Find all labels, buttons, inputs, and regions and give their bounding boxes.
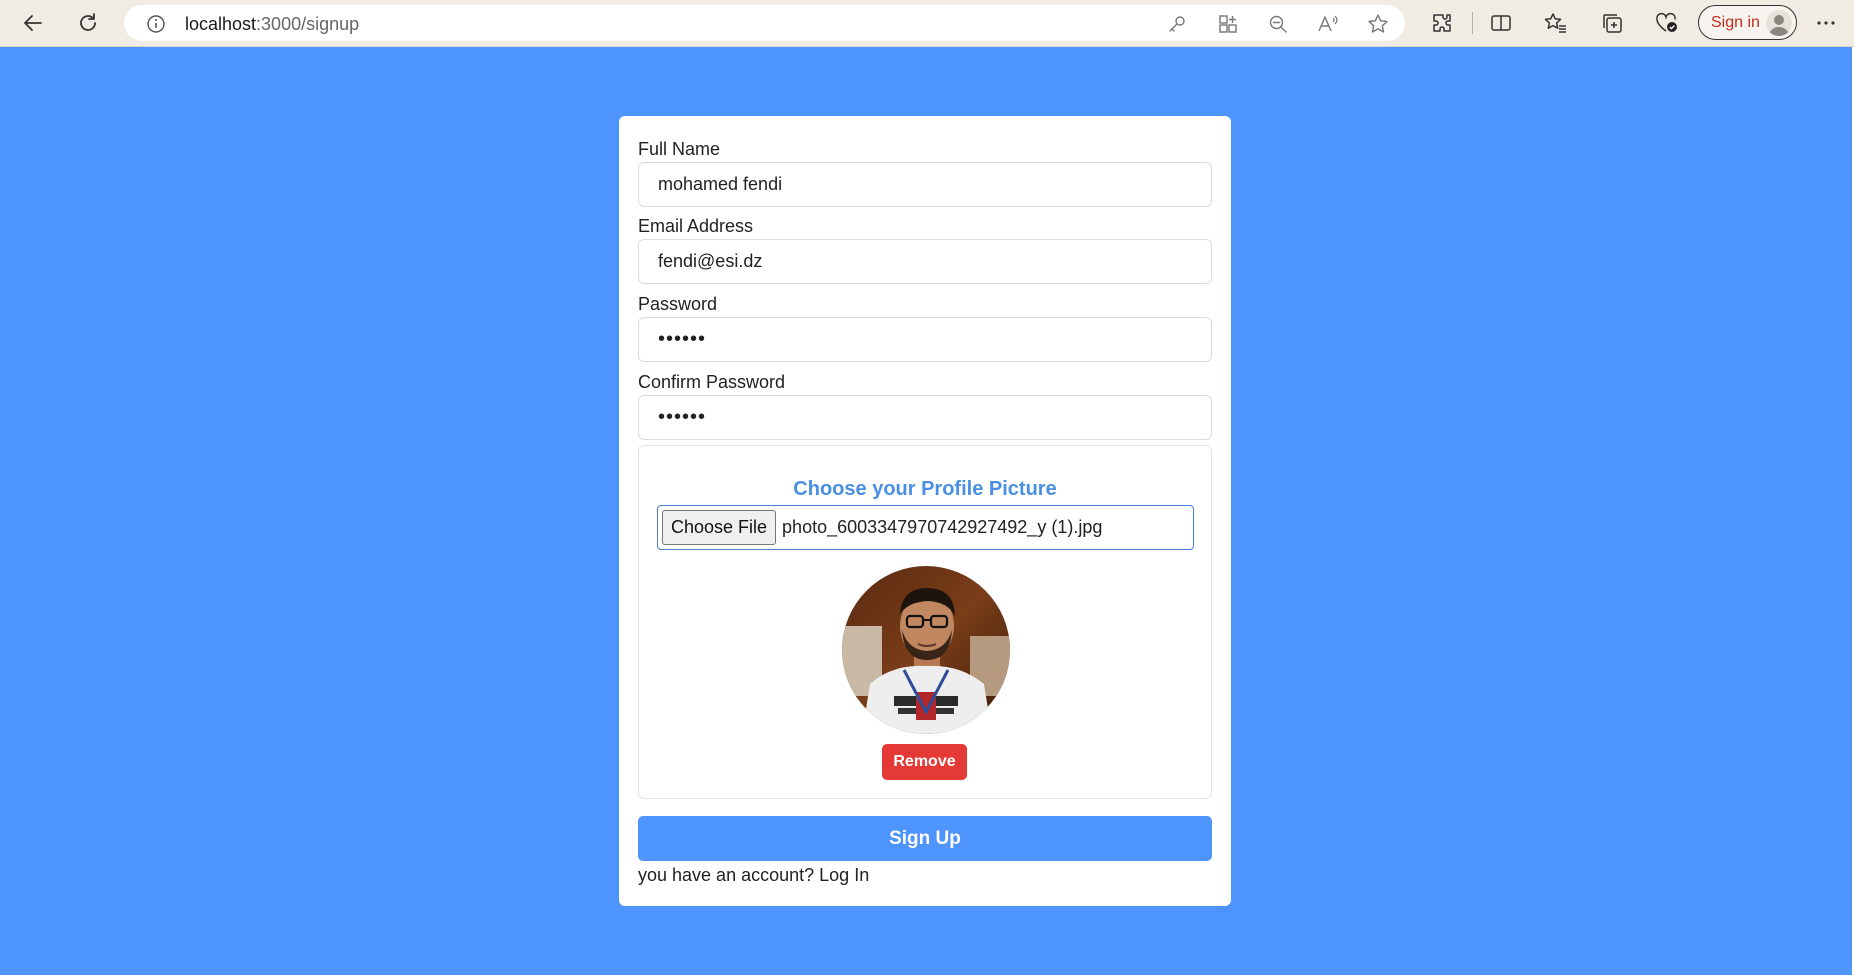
more-button[interactable] xyxy=(1812,9,1840,37)
choose-file-button[interactable]: Choose File xyxy=(662,510,777,545)
sign-in-button[interactable]: Sign in xyxy=(1698,5,1797,40)
info-icon xyxy=(147,15,165,33)
email-input[interactable]: fendi@esi.dz xyxy=(638,239,1212,284)
split-screen-icon xyxy=(1491,15,1511,31)
more-icon xyxy=(1817,21,1835,25)
url-text[interactable]: localhost:3000/signup xyxy=(185,14,359,35)
profile-photo xyxy=(842,566,1010,734)
toolbar-divider xyxy=(1472,12,1473,34)
back-icon xyxy=(24,15,42,31)
full-name-input[interactable]: mohamed fendi xyxy=(638,162,1212,207)
apps-button[interactable] xyxy=(1217,13,1239,35)
refresh-icon xyxy=(80,13,96,31)
split-screen-button[interactable] xyxy=(1487,9,1515,37)
zoom-out-button[interactable] xyxy=(1267,13,1289,35)
collections-button[interactable] xyxy=(1598,9,1626,37)
profile-picture-title: Choose your Profile Picture xyxy=(793,478,1057,500)
signup-card: Full Name mohamed fendi Email Address fe… xyxy=(619,116,1231,906)
password-label: Password xyxy=(638,294,718,314)
zoom-out-icon xyxy=(1269,15,1287,33)
password-key-button[interactable] xyxy=(1166,13,1188,35)
extensions-button[interactable] xyxy=(1428,9,1456,37)
remove-picture-button[interactable]: Remove xyxy=(882,744,967,780)
key-icon xyxy=(1169,16,1185,32)
profile-avatar xyxy=(1766,10,1792,36)
confirm-password-input[interactable]: •••••• xyxy=(638,395,1212,440)
profile-picture-section: Choose your Profile Picture Choose File … xyxy=(638,445,1212,799)
url-host: localhost xyxy=(185,14,257,34)
back-button[interactable] xyxy=(18,8,48,38)
file-name-text: photo_6003347970742927492_y (1).jpg xyxy=(782,517,1103,537)
browser-toolbar: localhost:3000/signup Sign in xyxy=(0,0,1854,47)
refresh-button[interactable] xyxy=(73,8,103,38)
login-prompt-text: you have an account? xyxy=(638,865,815,885)
file-input[interactable]: Choose File photo_6003347970742927492_y … xyxy=(657,505,1194,550)
extensions-icon xyxy=(1433,14,1451,32)
url-path: :3000/signup xyxy=(256,14,360,34)
browser-essentials-icon xyxy=(1656,12,1677,32)
browser-essentials-button[interactable] xyxy=(1653,9,1681,37)
profile-picture-preview xyxy=(842,566,1010,734)
full-name-label: Full Name xyxy=(638,139,721,159)
read-aloud-button[interactable] xyxy=(1317,13,1339,35)
login-link[interactable]: Log In xyxy=(819,865,869,885)
email-label: Email Address xyxy=(638,216,754,236)
site-info-button[interactable] xyxy=(146,14,166,39)
favorites-button[interactable] xyxy=(1542,9,1570,37)
add-favorite-button[interactable] xyxy=(1367,13,1389,35)
apps-icon xyxy=(1219,15,1237,33)
favorite-star-icon xyxy=(1368,14,1388,33)
password-input[interactable]: •••••• xyxy=(638,317,1212,362)
sign-in-label: Sign in xyxy=(1711,13,1760,31)
profile-icon xyxy=(1769,15,1789,36)
read-aloud-icon xyxy=(1318,15,1338,32)
collections-icon xyxy=(1603,14,1622,33)
favorites-icon xyxy=(1544,13,1566,33)
login-prompt: you have an account? Log In xyxy=(638,865,869,886)
address-bar[interactable]: localhost:3000/signup xyxy=(124,5,1405,41)
confirm-password-label: Confirm Password xyxy=(638,372,786,392)
sign-up-button[interactable]: Sign Up xyxy=(638,816,1212,861)
